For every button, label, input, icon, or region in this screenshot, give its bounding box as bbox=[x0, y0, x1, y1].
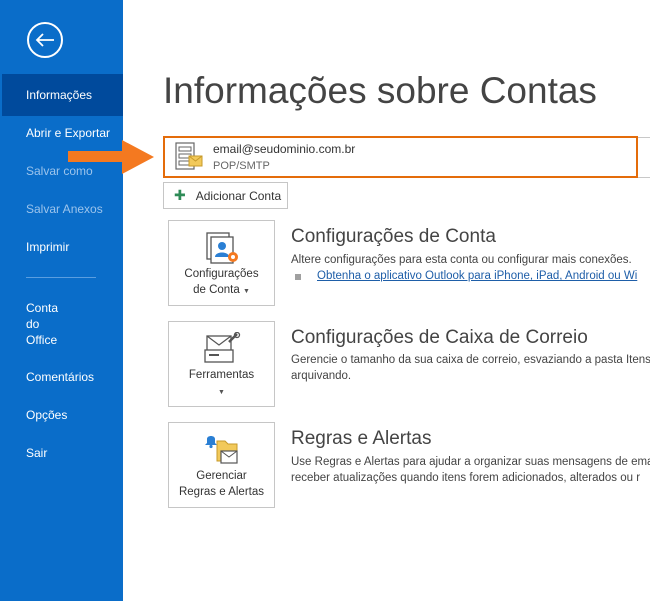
account-selector[interactable]: email@seudominio.com.br POP/SMTP bbox=[163, 136, 638, 178]
account-email: email@seudominio.com.br bbox=[213, 142, 356, 156]
sidebar-item-salvar-anexos: Salvar Anexos bbox=[26, 202, 103, 216]
sidebar-item-informacoes[interactable]: Informações bbox=[2, 74, 123, 116]
manage-rules-label-line1: Gerenciar bbox=[196, 470, 247, 482]
manage-rules-label-line2: Regras e Alertas bbox=[178, 486, 264, 498]
dropdown-caret-icon: ▼ bbox=[242, 288, 250, 295]
rules-alerts-title: Regras e Alertas bbox=[291, 428, 432, 449]
rules-alerts-desc-line2: receber atualizações quando itens forem … bbox=[291, 472, 641, 484]
add-account-button[interactable]: ✚ Adicionar Conta bbox=[163, 182, 288, 209]
page-title: Informações sobre Contas bbox=[163, 70, 597, 111]
account-selector-extension bbox=[638, 137, 650, 178]
account-settings-label-line2: de Conta ▼ bbox=[169, 282, 274, 300]
outlook-mobile-link[interactable]: Obtenha o aplicativo Outlook para iPhone… bbox=[317, 270, 637, 282]
sidebar-nav: Informações Abrir e Exportar Salvar como… bbox=[0, 74, 123, 461]
mailbox-settings-desc-line1: Gerencie o tamanho da sua caixa de corre… bbox=[291, 354, 650, 366]
dropdown-caret-icon: ▼ bbox=[218, 389, 225, 396]
sidebar-item-comentarios[interactable]: Comentários bbox=[0, 370, 123, 385]
sidebar-item-opcoes[interactable]: Opções bbox=[0, 408, 123, 423]
account-settings-label-line1: Configurações bbox=[184, 268, 259, 280]
back-button[interactable] bbox=[27, 22, 63, 58]
tools-button[interactable]: Ferramentas ▼ bbox=[168, 321, 275, 407]
sidebar-item-abrir-exportar[interactable]: Abrir e Exportar bbox=[0, 126, 123, 141]
manage-rules-button[interactable]: Gerenciar Regras e Alertas bbox=[168, 422, 275, 508]
account-settings-icon bbox=[206, 232, 238, 264]
account-settings-label-text: de Conta bbox=[193, 284, 240, 296]
mailbox-settings-title: Configurações de Caixa de Correio bbox=[291, 327, 588, 348]
account-server-icon bbox=[175, 142, 203, 170]
back-arrow-icon bbox=[35, 33, 54, 47]
tools-mailbox-icon bbox=[204, 332, 241, 363]
sidebar-item-sair[interactable]: Sair bbox=[0, 446, 123, 461]
orange-arrow-icon bbox=[68, 140, 154, 174]
mailbox-settings-desc-line2: arquivando. bbox=[291, 370, 352, 382]
account-settings-button[interactable]: Configurações de Conta ▼ bbox=[168, 220, 275, 306]
plus-icon: ✚ bbox=[174, 187, 186, 203]
rules-alerts-icon bbox=[205, 436, 238, 464]
account-settings-desc: Altere configurações para esta conta ou … bbox=[291, 254, 632, 266]
bullet-icon bbox=[295, 274, 301, 280]
main-content: Informações sobre Contas email@seudomini… bbox=[123, 0, 650, 601]
rules-alerts-desc-line1: Use Regras e Alertas para ajudar a organ… bbox=[291, 456, 650, 468]
backstage-sidebar: Informações Abrir e Exportar Salvar como… bbox=[0, 0, 123, 601]
sidebar-item-conta-office[interactable]: Conta do Office bbox=[0, 300, 123, 348]
sidebar-item-imprimir[interactable]: Imprimir bbox=[0, 240, 123, 255]
tools-caret-row: ▼ bbox=[169, 383, 274, 401]
account-type: POP/SMTP bbox=[213, 160, 270, 172]
account-settings-title: Configurações de Conta bbox=[291, 226, 496, 247]
tools-label: Ferramentas bbox=[188, 369, 255, 381]
sidebar-divider bbox=[26, 277, 96, 278]
add-account-label: Adicionar Conta bbox=[195, 188, 282, 203]
